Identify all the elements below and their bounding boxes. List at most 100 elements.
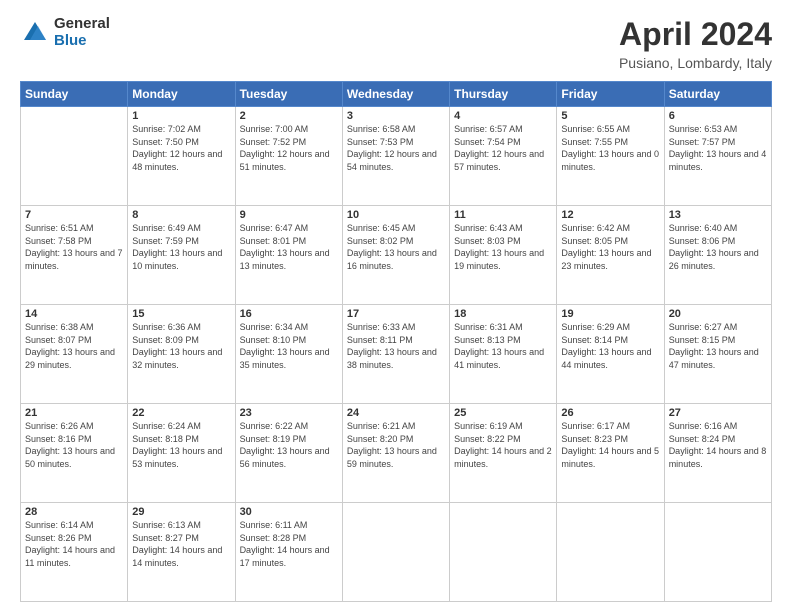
day-info: Sunrise: 6:49 AMSunset: 7:59 PMDaylight:… — [132, 222, 230, 272]
day-number: 18 — [454, 308, 552, 320]
day-number: 27 — [669, 407, 767, 419]
table-row: 12 Sunrise: 6:42 AMSunset: 8:05 PMDaylig… — [557, 206, 664, 305]
table-row: 10 Sunrise: 6:45 AMSunset: 8:02 PMDaylig… — [342, 206, 449, 305]
table-row — [450, 503, 557, 602]
table-row: 18 Sunrise: 6:31 AMSunset: 8:13 PMDaylig… — [450, 305, 557, 404]
day-info: Sunrise: 6:13 AMSunset: 8:27 PMDaylight:… — [132, 519, 230, 569]
table-row: 7 Sunrise: 6:51 AMSunset: 7:58 PMDayligh… — [21, 206, 128, 305]
page: General Blue April 2024 Pusiano, Lombard… — [0, 0, 792, 612]
main-title: April 2024 — [619, 16, 772, 53]
table-row: 20 Sunrise: 6:27 AMSunset: 8:15 PMDaylig… — [664, 305, 771, 404]
calendar-week-row: 21 Sunrise: 6:26 AMSunset: 8:16 PMDaylig… — [21, 404, 772, 503]
day-info: Sunrise: 6:42 AMSunset: 8:05 PMDaylight:… — [561, 222, 659, 272]
col-monday: Monday — [128, 82, 235, 107]
calendar-header-row: Sunday Monday Tuesday Wednesday Thursday… — [21, 82, 772, 107]
day-number: 9 — [240, 209, 338, 221]
col-saturday: Saturday — [664, 82, 771, 107]
table-row — [21, 107, 128, 206]
day-number: 26 — [561, 407, 659, 419]
day-info: Sunrise: 6:45 AMSunset: 8:02 PMDaylight:… — [347, 222, 445, 272]
day-number: 19 — [561, 308, 659, 320]
logo-blue: Blue — [54, 33, 110, 50]
day-info: Sunrise: 6:31 AMSunset: 8:13 PMDaylight:… — [454, 321, 552, 371]
header: General Blue April 2024 Pusiano, Lombard… — [20, 16, 772, 71]
day-info: Sunrise: 6:51 AMSunset: 7:58 PMDaylight:… — [25, 222, 123, 272]
day-info: Sunrise: 6:11 AMSunset: 8:28 PMDaylight:… — [240, 519, 338, 569]
table-row: 19 Sunrise: 6:29 AMSunset: 8:14 PMDaylig… — [557, 305, 664, 404]
day-number: 7 — [25, 209, 123, 221]
day-info: Sunrise: 7:00 AMSunset: 7:52 PMDaylight:… — [240, 123, 338, 173]
table-row: 6 Sunrise: 6:53 AMSunset: 7:57 PMDayligh… — [664, 107, 771, 206]
table-row: 29 Sunrise: 6:13 AMSunset: 8:27 PMDaylig… — [128, 503, 235, 602]
table-row: 17 Sunrise: 6:33 AMSunset: 8:11 PMDaylig… — [342, 305, 449, 404]
day-number: 2 — [240, 110, 338, 122]
day-info: Sunrise: 6:16 AMSunset: 8:24 PMDaylight:… — [669, 420, 767, 470]
day-number: 1 — [132, 110, 230, 122]
day-info: Sunrise: 6:47 AMSunset: 8:01 PMDaylight:… — [240, 222, 338, 272]
day-info: Sunrise: 6:19 AMSunset: 8:22 PMDaylight:… — [454, 420, 552, 470]
day-number: 22 — [132, 407, 230, 419]
day-info: Sunrise: 6:33 AMSunset: 8:11 PMDaylight:… — [347, 321, 445, 371]
logo-general: General — [54, 16, 110, 33]
table-row: 9 Sunrise: 6:47 AMSunset: 8:01 PMDayligh… — [235, 206, 342, 305]
table-row: 21 Sunrise: 6:26 AMSunset: 8:16 PMDaylig… — [21, 404, 128, 503]
table-row: 2 Sunrise: 7:00 AMSunset: 7:52 PMDayligh… — [235, 107, 342, 206]
day-number: 4 — [454, 110, 552, 122]
day-number: 3 — [347, 110, 445, 122]
day-number: 30 — [240, 506, 338, 518]
title-block: April 2024 Pusiano, Lombardy, Italy — [619, 16, 772, 71]
day-info: Sunrise: 7:02 AMSunset: 7:50 PMDaylight:… — [132, 123, 230, 173]
table-row: 30 Sunrise: 6:11 AMSunset: 8:28 PMDaylig… — [235, 503, 342, 602]
day-number: 15 — [132, 308, 230, 320]
day-info: Sunrise: 6:36 AMSunset: 8:09 PMDaylight:… — [132, 321, 230, 371]
table-row: 23 Sunrise: 6:22 AMSunset: 8:19 PMDaylig… — [235, 404, 342, 503]
calendar-week-row: 14 Sunrise: 6:38 AMSunset: 8:07 PMDaylig… — [21, 305, 772, 404]
day-number: 8 — [132, 209, 230, 221]
calendar-week-row: 7 Sunrise: 6:51 AMSunset: 7:58 PMDayligh… — [21, 206, 772, 305]
table-row: 24 Sunrise: 6:21 AMSunset: 8:20 PMDaylig… — [342, 404, 449, 503]
calendar-body: 1 Sunrise: 7:02 AMSunset: 7:50 PMDayligh… — [21, 107, 772, 602]
day-info: Sunrise: 6:14 AMSunset: 8:26 PMDaylight:… — [25, 519, 123, 569]
day-info: Sunrise: 6:29 AMSunset: 8:14 PMDaylight:… — [561, 321, 659, 371]
day-number: 23 — [240, 407, 338, 419]
day-info: Sunrise: 6:38 AMSunset: 8:07 PMDaylight:… — [25, 321, 123, 371]
day-info: Sunrise: 6:22 AMSunset: 8:19 PMDaylight:… — [240, 420, 338, 470]
day-number: 13 — [669, 209, 767, 221]
day-number: 24 — [347, 407, 445, 419]
logo: General Blue — [20, 16, 110, 49]
day-info: Sunrise: 6:40 AMSunset: 8:06 PMDaylight:… — [669, 222, 767, 272]
table-row: 1 Sunrise: 7:02 AMSunset: 7:50 PMDayligh… — [128, 107, 235, 206]
day-info: Sunrise: 6:43 AMSunset: 8:03 PMDaylight:… — [454, 222, 552, 272]
day-info: Sunrise: 6:58 AMSunset: 7:53 PMDaylight:… — [347, 123, 445, 173]
day-number: 12 — [561, 209, 659, 221]
table-row: 15 Sunrise: 6:36 AMSunset: 8:09 PMDaylig… — [128, 305, 235, 404]
day-number: 29 — [132, 506, 230, 518]
day-number: 10 — [347, 209, 445, 221]
table-row — [342, 503, 449, 602]
day-number: 17 — [347, 308, 445, 320]
table-row: 27 Sunrise: 6:16 AMSunset: 8:24 PMDaylig… — [664, 404, 771, 503]
calendar-week-row: 1 Sunrise: 7:02 AMSunset: 7:50 PMDayligh… — [21, 107, 772, 206]
col-sunday: Sunday — [21, 82, 128, 107]
day-info: Sunrise: 6:55 AMSunset: 7:55 PMDaylight:… — [561, 123, 659, 173]
col-friday: Friday — [557, 82, 664, 107]
day-info: Sunrise: 6:26 AMSunset: 8:16 PMDaylight:… — [25, 420, 123, 470]
day-number: 25 — [454, 407, 552, 419]
calendar-week-row: 28 Sunrise: 6:14 AMSunset: 8:26 PMDaylig… — [21, 503, 772, 602]
table-row — [557, 503, 664, 602]
day-info: Sunrise: 6:57 AMSunset: 7:54 PMDaylight:… — [454, 123, 552, 173]
subtitle: Pusiano, Lombardy, Italy — [619, 55, 772, 71]
day-info: Sunrise: 6:53 AMSunset: 7:57 PMDaylight:… — [669, 123, 767, 173]
day-number: 14 — [25, 308, 123, 320]
table-row: 25 Sunrise: 6:19 AMSunset: 8:22 PMDaylig… — [450, 404, 557, 503]
table-row: 13 Sunrise: 6:40 AMSunset: 8:06 PMDaylig… — [664, 206, 771, 305]
day-info: Sunrise: 6:34 AMSunset: 8:10 PMDaylight:… — [240, 321, 338, 371]
day-info: Sunrise: 6:21 AMSunset: 8:20 PMDaylight:… — [347, 420, 445, 470]
calendar: Sunday Monday Tuesday Wednesday Thursday… — [20, 81, 772, 602]
table-row: 16 Sunrise: 6:34 AMSunset: 8:10 PMDaylig… — [235, 305, 342, 404]
day-number: 28 — [25, 506, 123, 518]
table-row: 14 Sunrise: 6:38 AMSunset: 8:07 PMDaylig… — [21, 305, 128, 404]
table-row: 8 Sunrise: 6:49 AMSunset: 7:59 PMDayligh… — [128, 206, 235, 305]
table-row: 5 Sunrise: 6:55 AMSunset: 7:55 PMDayligh… — [557, 107, 664, 206]
day-number: 11 — [454, 209, 552, 221]
